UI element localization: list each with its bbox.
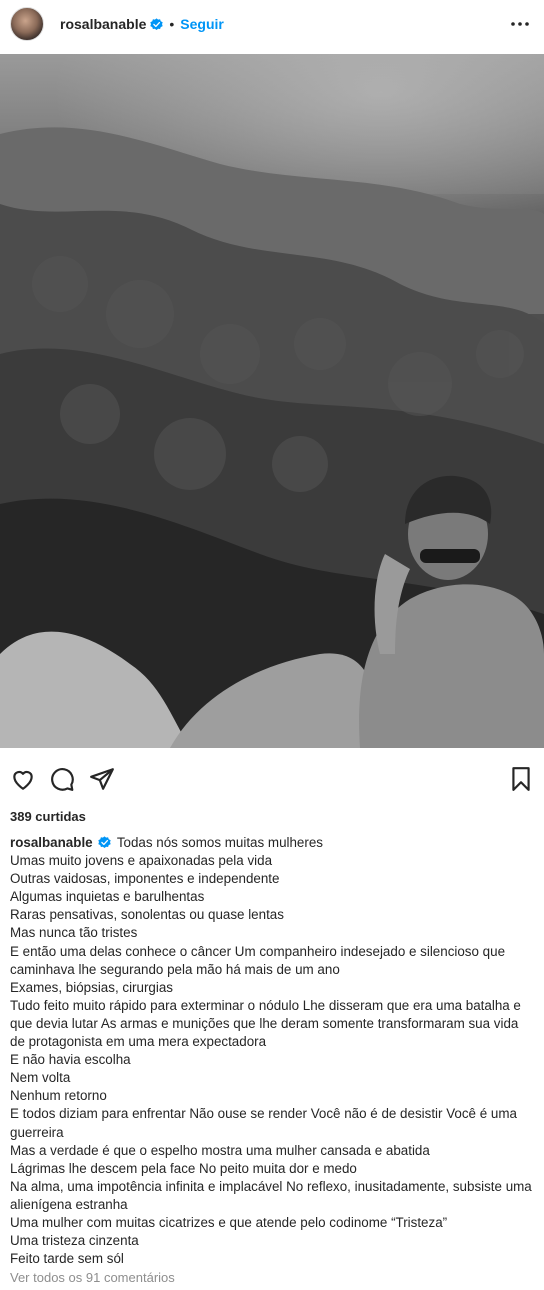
post-header: rosalbanable • Seguir [0, 0, 544, 48]
caption-line: Algumas inquietas e barulhentas [10, 889, 205, 905]
caption-line: Outras vaidosas, imponentes e independen… [10, 871, 280, 887]
caption-line: E todos diziam para enfrentar Não ouse s… [10, 1106, 517, 1140]
follow-button[interactable]: Seguir [180, 16, 224, 32]
caption-line: Uma mulher com muitas cicatrizes e que a… [10, 1214, 448, 1230]
heart-icon[interactable] [10, 766, 36, 792]
more-options-icon[interactable] [508, 12, 532, 36]
separator-dot: • [169, 16, 175, 32]
caption-line: Mas nunca tão tristes [10, 925, 138, 941]
verified-badge-icon [98, 836, 112, 849]
header-username[interactable]: rosalbanable [60, 16, 146, 32]
caption-line: Lágrimas lhe descem pela face No peito m… [10, 1160, 357, 1176]
caption-username[interactable]: rosalbanable [10, 835, 93, 850]
post-caption: rosalbanable Todas nós somos muitas mulh… [10, 834, 534, 1268]
caption-line: E não havia escolha [10, 1052, 131, 1068]
caption-line: Uma tristeza cinzenta [10, 1233, 139, 1249]
caption-line: Na alma, uma impotência infinita e impla… [10, 1178, 532, 1212]
caption-line: Mas a verdade é que o espelho mostra uma… [10, 1142, 430, 1158]
caption-line: E então uma delas conhece o câncer Um co… [10, 943, 506, 977]
caption-line: Umas muito jovens e apaixonadas pela vid… [10, 853, 273, 869]
verified-badge-icon [150, 17, 164, 30]
avatar[interactable] [10, 7, 44, 41]
send-icon[interactable] [89, 766, 115, 792]
caption-line: Todas nós somos muitas mulheres [116, 835, 323, 850]
action-bar [0, 758, 544, 802]
caption-line: Nem volta [10, 1070, 71, 1086]
caption-line: Raras pensativas, sonolentas ou quase le… [10, 907, 284, 923]
likes-count[interactable]: 389 curtidas [10, 809, 86, 824]
caption-line: Tudo feito muito rápido para exterminar … [10, 997, 521, 1050]
comment-icon[interactable] [49, 766, 75, 792]
post-photo[interactable] [0, 54, 544, 748]
caption-line: Feito tarde sem sól [10, 1251, 124, 1267]
caption-line: Nenhum retorno [10, 1088, 107, 1104]
view-all-comments-link[interactable]: Ver todos os 91 comentários [10, 1270, 175, 1285]
caption-line: Exames, biópsias, cirurgias [10, 979, 173, 995]
bookmark-icon[interactable] [508, 766, 534, 792]
